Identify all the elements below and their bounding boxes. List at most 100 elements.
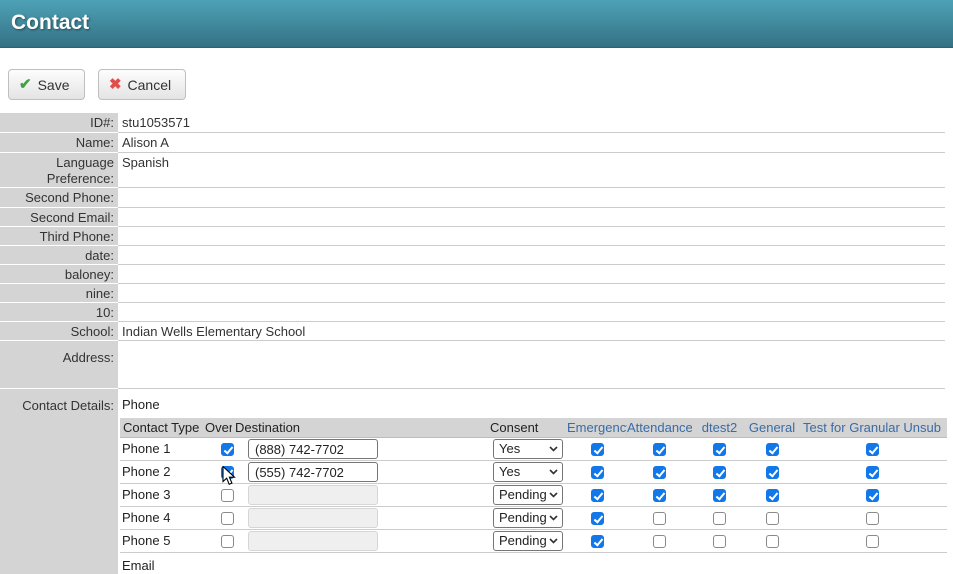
field-label: 10:: [0, 303, 118, 322]
consent-select[interactable]: Pending: [493, 485, 563, 505]
granular-unsub-checkbox[interactable]: [866, 443, 879, 456]
field-label: Language Preference:: [0, 153, 118, 188]
override-checkbox[interactable]: [221, 512, 234, 525]
form-row: Third Phone:: [0, 227, 945, 246]
form-row: nine:: [0, 284, 945, 303]
field-label: nine:: [0, 284, 118, 303]
emergency-checkbox[interactable]: [591, 535, 604, 548]
phone-contact-table: Contact TypeOverrideDestinationConsentEm…: [120, 418, 947, 553]
general-checkbox[interactable]: [766, 512, 779, 525]
chevron-down-icon: [549, 538, 558, 544]
field-value: [118, 227, 945, 246]
form-row: baloney:: [0, 265, 945, 284]
override-checkbox[interactable]: [221, 443, 234, 456]
attendance-checkbox[interactable]: [653, 512, 666, 525]
form-row: date:: [0, 246, 945, 265]
field-label: baloney:: [0, 265, 118, 284]
chevron-down-icon: [549, 469, 558, 475]
column-header: Override: [202, 418, 232, 438]
save-button-label: Save: [38, 77, 70, 93]
consent-select[interactable]: Yes: [493, 439, 563, 459]
override-checkbox[interactable]: [221, 489, 234, 502]
general-checkbox[interactable]: [766, 443, 779, 456]
phone-table-row: Phone 4 Pending: [120, 507, 947, 530]
field-label: Name:: [0, 133, 118, 153]
emergency-checkbox[interactable]: [591, 489, 604, 502]
emergency-checkbox[interactable]: [591, 512, 604, 525]
consent-select[interactable]: Yes: [493, 462, 563, 482]
granular-unsub-checkbox[interactable]: [866, 466, 879, 479]
phone-table-header-row: Contact TypeOverrideDestinationConsentEm…: [120, 418, 947, 438]
field-value: Indian Wells Elementary School: [118, 322, 945, 341]
field-label: Second Phone:: [0, 188, 118, 208]
consent-select-value: Pending: [499, 533, 547, 549]
attendance-checkbox[interactable]: [653, 466, 666, 479]
field-value: stu1053571: [118, 113, 945, 133]
contact-type-cell: Phone 3: [120, 484, 202, 507]
form-row: School:Indian Wells Elementary School: [0, 322, 945, 341]
field-value: [118, 208, 945, 227]
chevron-down-icon: [549, 446, 558, 452]
contact-type-cell: Phone 2: [120, 461, 202, 484]
consent-select[interactable]: Pending: [493, 508, 563, 528]
field-value: [118, 341, 945, 389]
override-checkbox[interactable]: [221, 466, 234, 479]
cancel-x-icon: ✖: [109, 77, 122, 92]
category-column-header-link[interactable]: Emergency: [567, 418, 627, 438]
dtest2-checkbox[interactable]: [713, 512, 726, 525]
category-column-header-link[interactable]: Attendance: [627, 418, 692, 438]
destination-input: [248, 508, 378, 528]
form-row-contact-details: Contact Details: Phone Contact TypeOverr…: [0, 389, 945, 574]
category-column-header-link[interactable]: dtest2: [692, 418, 747, 438]
category-column-header-link[interactable]: General: [747, 418, 797, 438]
destination-input: [248, 531, 378, 551]
page-title: Contact: [0, 0, 953, 46]
emergency-checkbox[interactable]: [591, 466, 604, 479]
attendance-checkbox[interactable]: [653, 489, 666, 502]
save-button[interactable]: ✔ Save: [8, 69, 85, 100]
phone-table-row: Phone 1 Yes: [120, 438, 947, 461]
attendance-checkbox[interactable]: [653, 535, 666, 548]
field-value: Spanish: [118, 153, 945, 188]
cancel-button[interactable]: ✖ Cancel: [98, 69, 186, 100]
column-header: Consent: [487, 418, 567, 438]
contact-type-cell: Phone 4: [120, 507, 202, 530]
column-header: Destination: [232, 418, 487, 438]
general-checkbox[interactable]: [766, 466, 779, 479]
field-value: [118, 265, 945, 284]
phone-table-row: Phone 2 Yes: [120, 461, 947, 484]
field-value: [118, 284, 945, 303]
granular-unsub-checkbox[interactable]: [866, 535, 879, 548]
dtest2-checkbox[interactable]: [713, 466, 726, 479]
phone-table-row: Phone 5Pending: [120, 530, 947, 553]
consent-select[interactable]: Pending: [493, 531, 563, 551]
emergency-checkbox[interactable]: [591, 443, 604, 456]
contact-type-cell: Phone 1: [120, 438, 202, 461]
contact-details-cell: Phone Contact TypeOverrideDestinationCon…: [118, 389, 945, 574]
form-field-rows: ID#:stu1053571Name:Alison ALanguage Pref…: [0, 113, 953, 389]
granular-unsub-checkbox[interactable]: [866, 489, 879, 502]
granular-unsub-checkbox[interactable]: [866, 512, 879, 525]
column-header: Contact Type: [120, 418, 202, 438]
category-column-header-link[interactable]: Test for Granular Unsub: [797, 418, 947, 438]
attendance-checkbox[interactable]: [653, 443, 666, 456]
form-row: Language Preference:Spanish: [0, 153, 945, 188]
dtest2-checkbox[interactable]: [713, 535, 726, 548]
override-checkbox[interactable]: [221, 535, 234, 548]
destination-input: [248, 485, 378, 505]
consent-select-value: Pending: [499, 487, 547, 503]
general-checkbox[interactable]: [766, 489, 779, 502]
dtest2-checkbox[interactable]: [713, 443, 726, 456]
phone-section-label: Phone: [122, 397, 945, 413]
consent-select-value: Yes: [499, 464, 520, 480]
destination-input[interactable]: [248, 462, 378, 482]
general-checkbox[interactable]: [766, 535, 779, 548]
destination-input[interactable]: [248, 439, 378, 459]
page-header: Contact: [0, 0, 953, 48]
dtest2-checkbox[interactable]: [713, 489, 726, 502]
consent-select-value: Yes: [499, 441, 520, 457]
field-label: Second Email:: [0, 208, 118, 227]
field-label: School:: [0, 322, 118, 341]
chevron-down-icon: [549, 492, 558, 498]
field-value: Alison A: [118, 133, 945, 153]
